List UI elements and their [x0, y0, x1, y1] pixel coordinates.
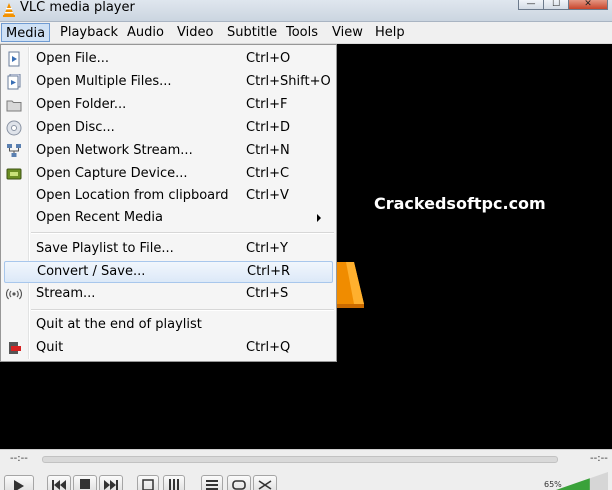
minimize-button[interactable]: —	[518, 0, 544, 10]
menu-item-shortcut: Ctrl+V	[246, 188, 289, 203]
quit-icon	[9, 342, 21, 354]
seek-bar[interactable]	[42, 456, 558, 463]
menu-item-convert-save[interactable]: Convert / Save... Ctrl+R	[4, 261, 333, 283]
title-bar: VLC media player — ☐ ✕	[0, 0, 612, 22]
shuffle-icon	[258, 480, 272, 490]
previous-button[interactable]	[47, 475, 71, 490]
submenu-arrow-icon	[317, 214, 321, 222]
menu-item-label: Open Folder...	[36, 97, 127, 112]
fullscreen-button[interactable]	[137, 475, 159, 490]
menu-item-label: Open Capture Device...	[36, 166, 188, 181]
elapsed-time: --:--	[10, 453, 28, 464]
menu-item-shortcut: Ctrl+Y	[246, 241, 288, 256]
play-button[interactable]	[4, 475, 34, 490]
menu-item-shortcut: Ctrl+R	[247, 264, 291, 279]
menu-subtitle[interactable]: Subtitle	[223, 23, 281, 42]
fullscreen-icon	[142, 479, 154, 490]
files-icon	[7, 74, 21, 90]
menu-item-label: Open File...	[36, 51, 110, 66]
menu-item-open-file[interactable]: Open File... Ctrl+O	[1, 48, 336, 70]
loop-icon	[232, 480, 246, 490]
menu-item-label: Quit	[36, 340, 64, 355]
stop-icon	[80, 479, 90, 489]
window-title: VLC media player	[20, 0, 135, 15]
menu-item-open-multiple-files[interactable]: Open Multiple Files... Ctrl+Shift+O	[1, 71, 336, 93]
menu-item-shortcut: Ctrl+Shift+O	[246, 74, 331, 89]
menu-item-label: Open Recent Media	[36, 210, 163, 225]
menu-item-label: Open Network Stream...	[36, 143, 193, 158]
menu-item-open-recent-media[interactable]: Open Recent Media	[1, 207, 336, 229]
stop-button[interactable]	[73, 475, 97, 490]
menu-item-shortcut: Ctrl+F	[246, 97, 288, 112]
menu-separator	[31, 232, 334, 234]
remaining-time: --:--	[590, 453, 608, 464]
menu-item-label: Save Playlist to File...	[36, 241, 174, 256]
stream-icon	[6, 288, 22, 300]
vlc-cone-logo	[336, 262, 364, 308]
menu-item-label: Open Location from clipboard	[36, 188, 229, 203]
play-icon	[14, 480, 24, 490]
menu-item-quit-end-playlist[interactable]: Quit at the end of playlist	[1, 314, 336, 336]
next-button[interactable]	[99, 475, 123, 490]
menu-item-open-location-clipboard[interactable]: Open Location from clipboard Ctrl+V	[1, 185, 336, 207]
menu-separator	[31, 309, 334, 311]
network-icon	[7, 144, 21, 157]
volume-slider[interactable]	[556, 472, 608, 490]
shuffle-button[interactable]	[253, 475, 277, 490]
menu-item-label: Stream...	[36, 286, 96, 301]
menu-item-shortcut: Ctrl+C	[246, 166, 290, 181]
menu-item-quit[interactable]: Quit Ctrl+Q	[1, 337, 336, 359]
menu-item-shortcut: Ctrl+Q	[246, 340, 291, 355]
menu-item-save-playlist[interactable]: Save Playlist to File... Ctrl+Y	[1, 238, 336, 260]
menu-media[interactable]: Media	[1, 23, 51, 42]
loop-button[interactable]	[227, 475, 251, 490]
menu-item-shortcut: Ctrl+O	[246, 51, 291, 66]
next-icon	[104, 480, 118, 490]
previous-icon	[52, 480, 66, 490]
equalizer-icon	[169, 479, 179, 490]
menu-item-open-capture-device[interactable]: Open Capture Device... Ctrl+C	[1, 163, 336, 185]
folder-icon	[6, 100, 22, 112]
menu-item-open-disc[interactable]: Open Disc... Ctrl+D	[1, 117, 336, 139]
menu-item-label: Open Multiple Files...	[36, 74, 172, 89]
menu-item-shortcut: Ctrl+N	[246, 143, 290, 158]
extended-settings-button[interactable]	[163, 475, 185, 490]
close-button[interactable]: ✕	[568, 0, 608, 10]
menu-help[interactable]: Help	[371, 23, 409, 42]
disc-icon	[6, 120, 22, 136]
vlc-cone-icon	[3, 3, 15, 17]
watermark-text: Crackedsoftpc.com	[374, 194, 546, 213]
menu-video[interactable]: Video	[173, 23, 217, 42]
menu-view[interactable]: View	[328, 23, 367, 42]
menu-item-shortcut: Ctrl+S	[246, 286, 289, 301]
menu-audio[interactable]: Audio	[123, 23, 168, 42]
menu-item-open-folder[interactable]: Open Folder... Ctrl+F	[1, 94, 336, 116]
media-menu: Open File... Ctrl+O Open Multiple Files.…	[0, 44, 337, 362]
menu-item-label: Open Disc...	[36, 120, 115, 135]
menu-bar: Media Playback Audio Video Subtitle Tool…	[0, 22, 612, 44]
file-icon	[8, 51, 20, 67]
capture-icon	[6, 168, 22, 180]
playlist-icon	[206, 480, 218, 490]
playlist-button[interactable]	[201, 475, 223, 490]
menu-item-shortcut: Ctrl+D	[246, 120, 291, 135]
menu-item-label: Convert / Save...	[37, 264, 146, 279]
menu-tools[interactable]: Tools	[282, 23, 322, 42]
menu-item-open-network-stream[interactable]: Open Network Stream... Ctrl+N	[1, 140, 336, 162]
maximize-button[interactable]: ☐	[543, 0, 569, 10]
menu-item-label: Quit at the end of playlist	[36, 317, 202, 332]
menu-playback[interactable]: Playback	[56, 23, 122, 42]
menu-item-stream[interactable]: Stream... Ctrl+S	[1, 283, 336, 305]
playback-controls: --:-- --:-- 65%	[0, 449, 612, 490]
